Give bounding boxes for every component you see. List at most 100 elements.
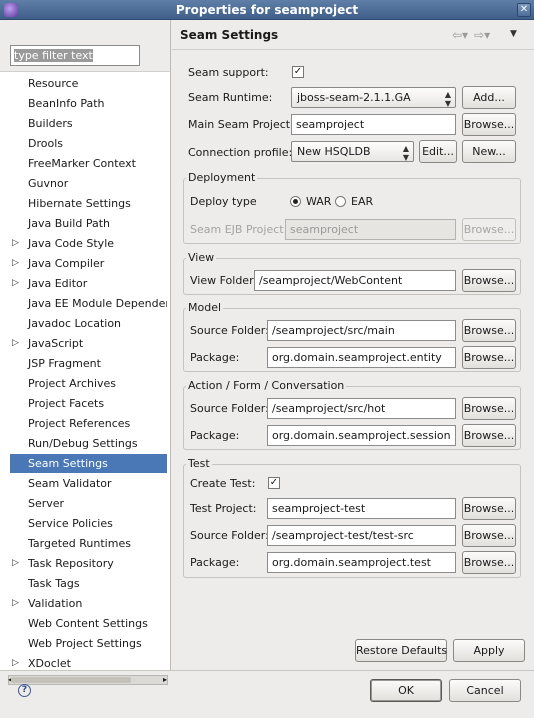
ear-label: EAR (351, 195, 374, 208)
view-menu-icon[interactable]: ▼ (510, 29, 517, 39)
seam-runtime-select[interactable]: jboss-seam-2.1.1.GA ▲ ▼ (291, 87, 456, 108)
model-source-field[interactable]: /seamproject/src/main (267, 320, 456, 341)
edit-profile-button[interactable]: Edit... (419, 140, 457, 163)
view-folder-label: View Folder: (190, 274, 258, 287)
scroll-right-icon[interactable]: ▸ (163, 675, 167, 684)
tree-item-label: Web Project Settings (28, 637, 142, 650)
test-source-field[interactable]: /seamproject-test/test-src (267, 525, 456, 546)
eclipse-icon (4, 3, 18, 17)
close-icon[interactable]: ✕ (517, 3, 531, 17)
tree-item[interactable]: Task Tags (10, 574, 167, 593)
back-icon[interactable]: ⇦▾ (452, 28, 468, 42)
browse-test-package-button[interactable]: Browse... (462, 551, 516, 574)
tree-item[interactable]: ▷ Java Compiler (10, 254, 167, 273)
seam-runtime-label: Seam Runtime: (188, 91, 273, 104)
tree-item[interactable]: BeanInfo Path (10, 94, 167, 113)
help-icon[interactable]: ? (18, 684, 31, 697)
expand-arrow-icon[interactable]: ▷ (12, 234, 19, 253)
tree-item[interactable]: Hibernate Settings (10, 194, 167, 213)
tree-item[interactable]: ▷ Java Editor (10, 274, 167, 293)
expand-arrow-icon[interactable]: ▷ (12, 594, 19, 613)
browse-test-source-button[interactable]: Browse... (462, 524, 516, 547)
test-title: Test (186, 457, 212, 470)
test-project-field[interactable]: seamproject-test (267, 498, 456, 519)
tree-item[interactable]: Project Archives (10, 374, 167, 393)
new-profile-button[interactable]: New... (462, 140, 516, 163)
ok-button[interactable]: OK (370, 679, 442, 702)
create-test-checkbox[interactable]: ✓ (268, 477, 280, 489)
tree-item[interactable]: ▷ Java Code Style (10, 234, 167, 253)
browse-model-package-button[interactable]: Browse... (462, 346, 516, 369)
action-source-label: Source Folder: (190, 402, 269, 415)
tree-item-label: FreeMarker Context (28, 157, 136, 170)
tree-item[interactable]: Resource (10, 74, 167, 93)
war-label: WAR (306, 195, 332, 208)
tree-item[interactable]: ▷ Task Repository (10, 554, 167, 573)
test-package-field[interactable]: org.domain.seamproject.test (267, 552, 456, 573)
tree-item[interactable]: ▷ Validation (10, 594, 167, 613)
sidebar: type filter text Resource BeanInfo Path Bu… (0, 20, 171, 685)
forward-icon[interactable]: ⇨▾ (474, 28, 490, 42)
browse-view-folder-button[interactable]: Browse... (462, 269, 516, 292)
seam-support-label: Seam support: (188, 66, 269, 79)
tree-item[interactable]: Seam Validator (10, 474, 167, 493)
tree-item[interactable]: Web Content Settings (10, 614, 167, 633)
model-package-field[interactable]: org.domain.seamproject.entity (267, 347, 456, 368)
tree-item[interactable]: Drools (10, 134, 167, 153)
tree-item[interactable]: Service Policies (10, 514, 167, 533)
tree-item[interactable]: Project References (10, 414, 167, 433)
tree-item-label: Java Compiler (28, 257, 105, 270)
main-project-label: Main Seam Project: (188, 118, 294, 131)
tree-item[interactable]: Java Build Path (10, 214, 167, 233)
tree-item[interactable]: ▷ XDoclet (10, 654, 167, 671)
tree-item-label: Guvnor (28, 177, 69, 190)
tree-item[interactable]: FreeMarker Context (10, 154, 167, 173)
tree-item[interactable]: JSP Fragment (10, 354, 167, 373)
tree-item[interactable]: Server (10, 494, 167, 513)
expand-arrow-icon[interactable]: ▷ (12, 274, 19, 293)
seam-support-checkbox[interactable]: ✓ (292, 66, 304, 78)
expand-arrow-icon[interactable]: ▷ (12, 554, 19, 573)
action-package-field[interactable]: org.domain.seamproject.session (267, 425, 456, 446)
cancel-button[interactable]: Cancel (449, 679, 521, 702)
tree-item-label: Resource (28, 77, 79, 90)
tree-item[interactable]: Seam Settings (10, 454, 167, 473)
filter-input[interactable]: type filter text (10, 45, 140, 66)
tree-scrollbar[interactable]: ◂ ▸ (8, 675, 168, 685)
tree-item-label: Validation (28, 597, 83, 610)
scrollbar-thumb[interactable] (11, 677, 131, 683)
tree-item-label: Hibernate Settings (28, 197, 131, 210)
main-project-field[interactable]: seamproject (291, 114, 456, 135)
tree-item-label: Seam Settings (28, 457, 108, 470)
tree-item[interactable]: Web Project Settings (10, 634, 167, 653)
tree-item[interactable]: Run/Debug Settings (10, 434, 167, 453)
tree-item[interactable]: ▷ JavaScript (10, 334, 167, 353)
expand-arrow-icon[interactable]: ▷ (12, 254, 19, 273)
browse-test-project-button[interactable]: Browse... (462, 497, 516, 520)
tree-item[interactable]: Builders (10, 114, 167, 133)
action-source-field[interactable]: /seamproject/src/hot (267, 398, 456, 419)
war-radio[interactable] (290, 196, 301, 207)
expand-arrow-icon[interactable]: ▷ (12, 334, 19, 353)
browse-model-source-button[interactable]: Browse... (462, 319, 516, 342)
connection-profile-select[interactable]: New HSQLDB ▲ ▼ (291, 141, 414, 162)
header-divider (172, 49, 534, 50)
tree-item-label: Run/Debug Settings (28, 437, 138, 450)
add-runtime-button[interactable]: Add... (462, 86, 516, 109)
tree-item[interactable]: Project Facets (10, 394, 167, 413)
browse-action-package-button[interactable]: Browse... (462, 424, 516, 447)
browse-main-project-button[interactable]: Browse... (462, 113, 516, 136)
restore-defaults-button[interactable]: Restore Defaults (355, 639, 447, 662)
tree-item[interactable]: Java EE Module Dependencies (10, 294, 167, 313)
apply-button[interactable]: Apply (453, 639, 525, 662)
tree-item[interactable]: Guvnor (10, 174, 167, 193)
tree-item[interactable]: Targeted Runtimes (10, 534, 167, 553)
tree-item-label: XDoclet (28, 657, 71, 670)
tree-item[interactable]: Javadoc Location (10, 314, 167, 333)
ear-radio[interactable] (335, 196, 346, 207)
connection-profile-label: Connection profile: (188, 146, 293, 159)
tree-item-label: Web Content Settings (28, 617, 148, 630)
view-folder-field[interactable]: /seamproject/WebContent (254, 270, 456, 291)
browse-action-source-button[interactable]: Browse... (462, 397, 516, 420)
expand-arrow-icon[interactable]: ▷ (12, 654, 19, 671)
